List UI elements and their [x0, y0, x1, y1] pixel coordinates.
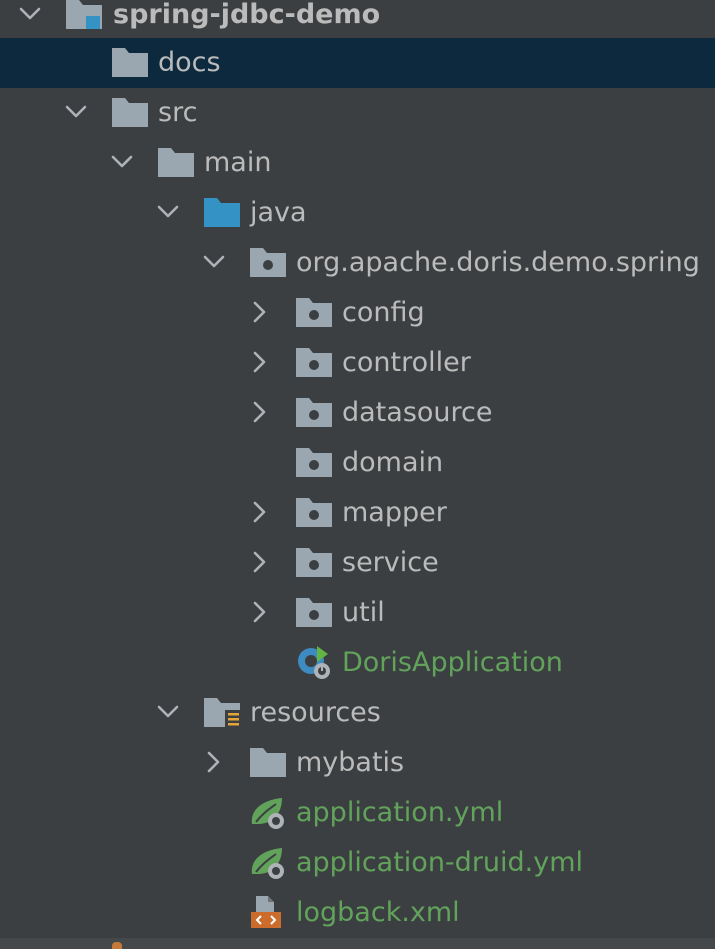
- tree-row-datasource[interactable]: datasource: [0, 388, 715, 438]
- package-icon: [294, 394, 334, 430]
- tree-label-datasource: datasource: [342, 397, 493, 428]
- tree-row-domain[interactable]: domain: [0, 438, 715, 488]
- spring-config-icon: [251, 798, 284, 829]
- tree-label-main: main: [204, 147, 272, 178]
- tree-label-service: service: [342, 547, 439, 578]
- package-icon: [294, 444, 334, 480]
- tree-label-config: config: [342, 297, 425, 328]
- tree-row-docs[interactable]: docs: [0, 38, 715, 88]
- resources-root-folder-icon: [204, 698, 240, 729]
- chevron-down-icon[interactable]: [200, 248, 228, 276]
- tree-row-resources[interactable]: resources: [0, 688, 715, 738]
- tree-label-domain: domain: [342, 447, 444, 478]
- tree-label-resources: resources: [250, 697, 381, 728]
- tree-row-util[interactable]: util: [0, 588, 715, 638]
- chevron-right-icon[interactable]: [246, 498, 274, 526]
- tree-label-project: spring-jdbc-demo: [113, 0, 381, 30]
- tree-label-util: util: [342, 597, 385, 628]
- package-icon: [294, 344, 334, 380]
- tree-row-main[interactable]: main: [0, 138, 715, 188]
- folder-icon: [110, 94, 150, 130]
- tree-label-application-yml: application.yml: [296, 797, 504, 828]
- chevron-down-icon[interactable]: [154, 698, 182, 726]
- tree-row-controller[interactable]: controller: [0, 338, 715, 388]
- chevron-right-icon[interactable]: [246, 598, 274, 626]
- tree-row-package[interactable]: org.apache.doris.demo.spring: [0, 238, 715, 288]
- tree-label-application-druid-yml: application-druid.yml: [296, 847, 584, 878]
- tree-row-application-yml[interactable]: application.yml: [0, 788, 715, 838]
- chevron-right-icon[interactable]: [246, 398, 274, 426]
- folder-icon: [248, 744, 288, 780]
- package-icon: [294, 294, 334, 330]
- package-icon: [248, 244, 288, 280]
- tree-label-mybatis: mybatis: [296, 747, 405, 778]
- chevron-down-icon[interactable]: [62, 98, 90, 126]
- tree-label-controller: controller: [342, 347, 471, 378]
- tree-label-docs: docs: [158, 47, 221, 78]
- project-tree: spring-jdbc-demo docs src main java org.…: [0, 0, 715, 949]
- spring-config-icon: [251, 848, 284, 879]
- next-row-strip: [0, 938, 715, 949]
- tree-label-mapper: mapper: [342, 497, 447, 528]
- folder-icon: [156, 144, 196, 180]
- tree-row-mybatis[interactable]: mybatis: [0, 738, 715, 788]
- module-folder-icon: [66, 0, 102, 29]
- package-icon: [294, 544, 334, 580]
- tree-label-src: src: [158, 97, 198, 128]
- tree-row-config[interactable]: config: [0, 288, 715, 338]
- chevron-down-icon[interactable]: [108, 148, 136, 176]
- chevron-right-icon[interactable]: [246, 548, 274, 576]
- tree-row-service[interactable]: service: [0, 538, 715, 588]
- chevron-down-icon[interactable]: [16, 0, 44, 28]
- chevron-right-icon[interactable]: [200, 748, 228, 776]
- spring-boot-class-icon: [298, 646, 330, 679]
- tree-row-mapper[interactable]: mapper: [0, 488, 715, 538]
- tree-label-logback-xml: logback.xml: [296, 897, 460, 928]
- source-root-folder-icon: [202, 194, 242, 230]
- next-row-icon: [112, 942, 122, 949]
- chevron-down-icon[interactable]: [154, 198, 182, 226]
- tree-row-doris-application[interactable]: DorisApplication: [0, 638, 715, 688]
- chevron-right-icon[interactable]: [246, 298, 274, 326]
- folder-icon: [110, 44, 150, 80]
- tree-row-application-druid-yml[interactable]: application-druid.yml: [0, 838, 715, 888]
- tree-label-java: java: [250, 197, 307, 228]
- package-icon: [294, 594, 334, 630]
- tree-label-package: org.apache.doris.demo.spring: [296, 247, 700, 278]
- tree-row-src[interactable]: src: [0, 88, 715, 138]
- chevron-right-icon[interactable]: [246, 348, 274, 376]
- tree-row-java[interactable]: java: [0, 188, 715, 238]
- tree-row-project[interactable]: spring-jdbc-demo: [0, 0, 715, 40]
- tree-row-logback-xml[interactable]: logback.xml: [0, 888, 715, 938]
- xml-file-icon: [251, 896, 281, 928]
- package-icon: [294, 494, 334, 530]
- tree-label-doris-application: DorisApplication: [342, 647, 563, 678]
